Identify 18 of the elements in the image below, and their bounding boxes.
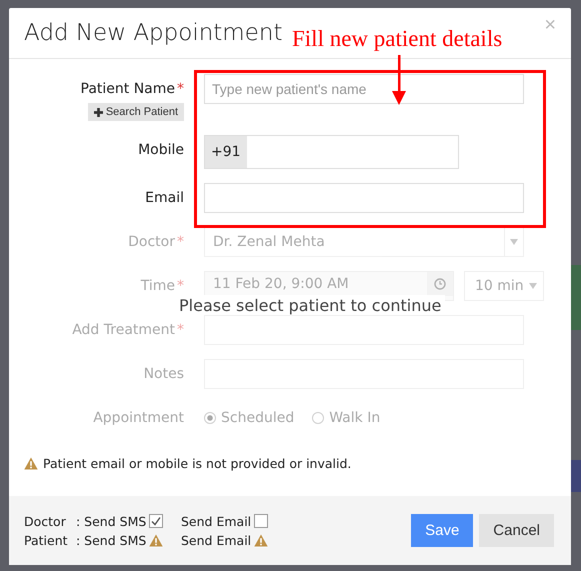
field-label: Notes [144, 366, 184, 382]
field-label: Doctor* [128, 234, 184, 250]
field-label: Mobile [138, 142, 184, 158]
country-code: +91 [205, 136, 247, 168]
recipient-label: Doctor [24, 514, 67, 528]
field-label: Appointment [93, 410, 184, 426]
dialog-title: Add New Appointment [24, 20, 282, 46]
field-label: Patient Name* [80, 81, 184, 97]
notify-option-label: Send Email [181, 532, 252, 548]
warning-message: Patient email or mobile is not provided or invalid. [43, 456, 352, 471]
annotation-text: Fill new patient details [292, 26, 502, 52]
field-label: Add Treatment* [72, 322, 184, 338]
notify-option-label: : Send SMS [76, 532, 146, 548]
field-label: Email [145, 190, 184, 206]
notify-option-label: Send Email [181, 514, 252, 528]
notify-option-label: : Send SMS [76, 514, 146, 528]
field-label: Time* [140, 278, 184, 294]
recipient-label: Patient [24, 532, 69, 548]
